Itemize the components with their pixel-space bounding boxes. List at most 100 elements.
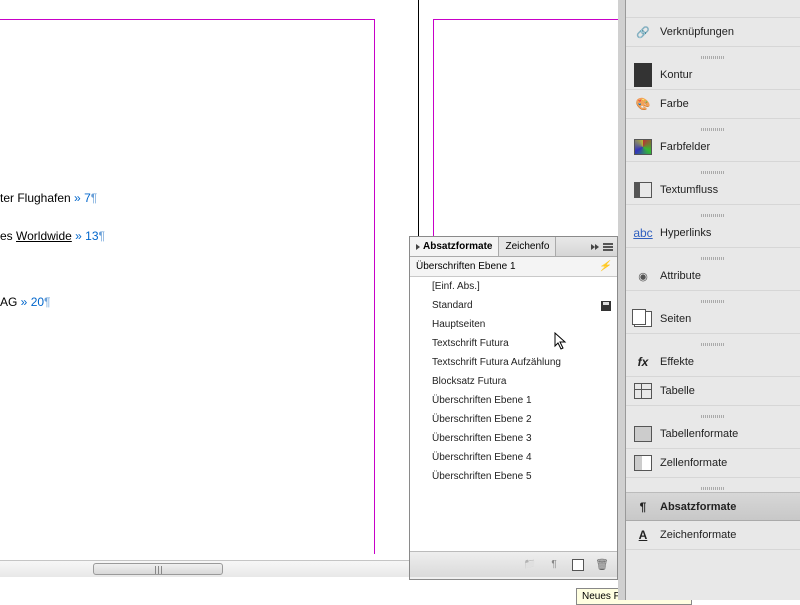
dock-item-label: Attribute [660,270,701,282]
paragraph-style-item[interactable]: [Einf. Abs.] [410,277,617,296]
dock-item-label: Hyperlinks [660,227,711,239]
pilcrow-icon: ¶ [99,229,105,243]
dock-item-textumfluss[interactable]: Textumfluss [626,176,800,205]
dock-item-farbfelder[interactable]: Farbfelder [626,133,800,162]
dock-grip[interactable] [626,254,800,262]
dock-item-label: Absatzformate [660,501,736,513]
disk-icon [601,301,611,311]
dock-grip[interactable] [626,211,800,219]
style-item-label: Hauptseiten [432,319,485,330]
toc-sep: » [72,229,85,243]
tab-absatzformate[interactable]: Absatzformate [410,237,499,256]
panel-menu-icon[interactable] [603,243,613,251]
toc-line-2[interactable]: es Worldwide » 13¶ [0,229,105,243]
dock-item-farbe[interactable]: Farbe [626,90,800,119]
toc-page-num: 7 [84,191,91,205]
dock-item-label: Seiten [660,313,691,325]
ic-links-icon [634,24,652,40]
dock-grip[interactable] [626,297,800,305]
dock-grip[interactable] [626,168,800,176]
expand-panel-icon[interactable] [591,244,599,250]
toc-text: ter Flughafen [0,191,71,205]
tab-zeichenformate[interactable]: Zeichenfo [499,237,556,256]
clear-overrides-icon[interactable] [547,558,561,572]
ic-hyper-icon: abc [634,225,652,241]
dock-item-seiten[interactable]: Seiten [626,305,800,334]
panel-icon [634,1,652,17]
dock-grip[interactable] [626,125,800,133]
paragraph-style-item[interactable]: Hauptseiten [410,315,617,334]
toc-line-1[interactable]: ter Flughafen » 7¶ [0,191,97,205]
list-empty-area [410,497,617,551]
style-item-label: Überschriften Ebene 3 [432,433,532,444]
paragraph-styles-panel[interactable]: Absatzformate Zeichenfo Überschriften Eb… [409,236,618,580]
paragraph-style-item[interactable]: Überschriften Ebene 1 [410,391,617,410]
style-item-label: [Einf. Abs.] [432,281,480,292]
dock-item-attribute[interactable]: Attribute [626,262,800,291]
new-group-icon[interactable] [523,558,537,572]
panel-tab-bar: Absatzformate Zeichenfo [410,237,617,257]
style-item-label: Überschriften Ebene 5 [432,471,532,482]
paragraph-style-list[interactable]: [Einf. Abs.] Standard Hauptseiten Textschri… [410,277,617,497]
ic-attr-icon [634,268,652,284]
paragraph-style-item[interactable]: Überschriften Ebene 4 [410,448,617,467]
ic-stroke-icon [634,67,652,83]
ic-fx-icon: fx [634,354,652,370]
ic-cfont-icon: A [634,527,652,543]
paragraph-style-item[interactable]: Überschriften Ebene 2 [410,410,617,429]
dock-item-label: Textumfluss [660,184,718,196]
ic-table-icon [634,383,652,399]
dock-item-tabelle[interactable]: Tabelle [626,377,800,406]
dock-item-kontur[interactable]: Kontur [626,61,800,90]
dock-item-label: Tabellenformate [660,428,738,440]
scrollbar-thumb[interactable] [93,563,223,575]
dock-item-label: Effekte [660,356,694,368]
quick-apply-icon[interactable]: ⚡ [599,261,611,272]
dock-grip[interactable] [626,412,800,420]
dock-item-top[interactable] [626,0,800,18]
style-item-label: Überschriften Ebene 1 [432,395,532,406]
style-item-label: Standard [432,300,473,311]
current-style-row: Überschriften Ebene 1 ⚡ [410,257,617,277]
ic-wrap-icon [634,182,652,198]
dock-item-effekte[interactable]: fx Effekte [626,348,800,377]
ic-pages-icon [634,311,652,327]
delete-style-icon[interactable] [595,558,609,572]
ic-pfmt-icon [634,499,652,515]
dock-item-verknüpfungen[interactable]: Verknüpfungen [626,18,800,47]
style-item-label: Überschriften Ebene 2 [432,414,532,425]
dock-item-label: Tabelle [660,385,695,397]
tab-label: Zeichenfo [505,241,549,252]
toc-underlined: Worldwide [16,229,72,243]
dock-grip[interactable] [626,484,800,492]
new-style-button[interactable] [571,558,585,572]
style-item-label: Textschrift Futura Aufzählung [432,357,561,368]
dock-grip[interactable] [626,340,800,348]
dock-item-label: Zellenformate [660,457,727,469]
dock-item-hyperlinks[interactable]: abc Hyperlinks [626,219,800,248]
ic-cfmt-icon [634,455,652,471]
toc-line-3[interactable]: AG » 20¶ [0,295,51,309]
dock-item-zellenformate[interactable]: Zellenformate [626,449,800,478]
paragraph-style-item[interactable]: Überschriften Ebene 5 [410,467,617,486]
dock-item-absatzformate[interactable]: Absatzformate [626,492,800,521]
tab-label: Absatzformate [423,241,492,252]
toc-text: es [0,229,16,243]
paragraph-style-item[interactable]: Überschriften Ebene 3 [410,429,617,448]
toc-text: AG [0,295,21,309]
ic-color-icon [634,96,652,112]
dock-grip[interactable] [626,53,800,61]
ic-tfmt-icon [634,426,652,442]
panel-footer [410,551,617,577]
current-style-label: Überschriften Ebene 1 [416,261,516,272]
paragraph-style-item[interactable]: Textschrift Futura Aufzählung [410,353,617,372]
dock-item-label: Farbfelder [660,141,710,153]
paragraph-style-item[interactable]: Textschrift Futura [410,334,617,353]
dock-item-label: Zeichenformate [660,529,736,541]
dock-item-zeichenformate[interactable]: A Zeichenformate [626,521,800,550]
paragraph-style-item[interactable]: Blocksatz Futura [410,372,617,391]
page-frame-left [0,19,375,554]
dock-item-tabellenformate[interactable]: Tabellenformate [626,420,800,449]
paragraph-style-item[interactable]: Standard [410,296,617,315]
pilcrow-icon: ¶ [44,295,50,309]
